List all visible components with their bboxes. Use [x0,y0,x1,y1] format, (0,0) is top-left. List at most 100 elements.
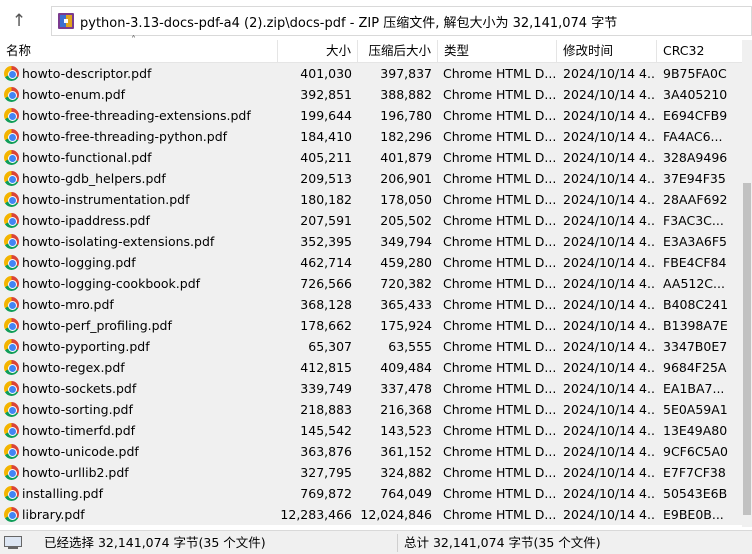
file-name: howto-perf_profiling.pdf [22,318,172,333]
file-row[interactable]: howto-instrumentation.pdf 180,182 178,050 C… [0,189,742,210]
file-type: Chrome HTML D... [443,465,555,480]
file-size: 392,851 [300,87,352,102]
file-modified-time: 2024/10/14 4... [563,507,655,522]
column-header-compressed-size[interactable]: 压缩后大小 [358,40,438,63]
file-name: howto-unicode.pdf [22,444,139,459]
up-folder-button[interactable]: ↑ [4,8,34,34]
file-row[interactable]: howto-sockets.pdf 339,749 337,478 Chrome HT… [0,378,742,399]
column-header-modified[interactable]: 修改时间 [557,40,657,63]
file-size: 405,211 [300,150,352,165]
chrome-pdf-file-icon [4,507,19,522]
file-crc32: 28AAF692 [663,192,728,207]
file-compressed-size: 337,478 [380,381,432,396]
file-size: 769,872 [300,486,352,501]
file-row[interactable]: howto-perf_profiling.pdf 178,662 175,924 Ch… [0,315,742,336]
file-row[interactable]: howto-timerfd.pdf 145,542 143,523 Chrome HT… [0,420,742,441]
column-header-type[interactable]: 类型 [438,40,557,63]
file-compressed-size: 401,879 [380,150,432,165]
file-row[interactable]: howto-logging-cookbook.pdf 726,566 720,382… [0,273,742,294]
column-header-name[interactable]: 名称 [0,40,278,63]
file-modified-time: 2024/10/14 4... [563,255,655,270]
file-modified-time: 2024/10/14 4... [563,129,655,144]
file-size: 462,714 [300,255,352,270]
file-type: Chrome HTML D... [443,339,555,354]
file-size: 184,410 [300,129,352,144]
up-arrow-icon: ↑ [11,11,27,31]
file-row[interactable]: howto-regex.pdf 412,815 409,484 Chrome HTML… [0,357,742,378]
file-row[interactable]: howto-free-threading-extensions.pdf 199,6… [0,105,742,126]
file-name: howto-sockets.pdf [22,381,137,396]
file-row[interactable]: howto-gdb_helpers.pdf 209,513 206,901 Chrom… [0,168,742,189]
file-row[interactable]: howto-pyporting.pdf 65,307 63,555 Chrome HT… [0,336,742,357]
file-modified-time: 2024/10/14 4... [563,213,655,228]
file-type: Chrome HTML D... [443,297,555,312]
file-size: 363,876 [300,444,352,459]
file-crc32: AA512C... [663,276,725,291]
file-type: Chrome HTML D... [443,234,555,249]
address-path-text: python-3.13-docs-pdf-a4 (2).zip\docs-pdf… [80,15,618,31]
file-row[interactable]: howto-isolating-extensions.pdf 352,395 349… [0,231,742,252]
file-compressed-size: 206,901 [380,171,432,186]
status-total-text: 总计 32,141,074 字节(35 个文件) [404,535,601,550]
scrollbar-thumb[interactable] [743,183,751,515]
file-row[interactable]: howto-enum.pdf 392,851 388,882 Chrome HTML … [0,84,742,105]
file-crc32: 9B75FA0C [663,66,727,81]
file-crc32: 328A9496 [663,150,728,165]
file-modified-time: 2024/10/14 4... [563,297,655,312]
file-modified-time: 2024/10/14 4... [563,171,655,186]
chrome-pdf-file-icon [4,276,19,291]
vertical-scrollbar[interactable] [742,40,752,527]
file-compressed-size: 63,555 [388,339,432,354]
file-compressed-size: 205,502 [380,213,432,228]
column-header-size[interactable]: 大小 [278,40,358,63]
file-compressed-size: 459,280 [380,255,432,270]
file-size: 209,513 [300,171,352,186]
file-row[interactable]: howto-ipaddress.pdf 207,591 205,502 Chrome … [0,210,742,231]
chrome-pdf-file-icon [4,129,19,144]
chrome-pdf-file-icon [4,486,19,501]
file-crc32: 9CF6C5A0 [663,444,729,459]
file-size: 327,795 [300,465,352,480]
file-list[interactable]: howto-descriptor.pdf 401,030 397,837 Chrome… [0,63,742,527]
file-name: howto-gdb_helpers.pdf [22,171,166,186]
file-crc32: 5E0A59A1 [663,402,728,417]
file-modified-time: 2024/10/14 4... [563,276,655,291]
file-row[interactable]: howto-logging.pdf 462,714 459,280 Chrome HT… [0,252,742,273]
file-row[interactable]: howto-unicode.pdf 363,876 361,152 Chrome HT… [0,441,742,462]
status-bar: 已经选择 32,141,074 字节(35 个文件) 总计 32,141,074… [0,530,752,554]
chrome-pdf-file-icon [4,108,19,123]
column-header-crc32[interactable]: CRC32 [657,40,742,63]
file-type: Chrome HTML D... [443,129,555,144]
file-row[interactable]: howto-sorting.pdf 218,883 216,368 Chrome HT… [0,399,742,420]
file-name: howto-pyporting.pdf [22,339,150,354]
file-crc32: FBE4CF84 [663,255,727,270]
file-compressed-size: 175,924 [380,318,432,333]
chrome-pdf-file-icon [4,318,19,333]
file-name: howto-free-threading-python.pdf [22,129,228,144]
file-size: 12,283,466 [280,507,352,522]
file-compressed-size: 324,882 [380,465,432,480]
file-size: 180,182 [300,192,352,207]
file-crc32: 50543E6B [663,486,728,501]
file-modified-time: 2024/10/14 4... [563,108,655,123]
file-row[interactable]: howto-descriptor.pdf 401,030 397,837 Chrome… [0,63,742,84]
file-row[interactable]: howto-urllib2.pdf 327,795 324,882 Chrome HT… [0,462,742,483]
file-compressed-size: 143,523 [380,423,432,438]
file-name: library.pdf [22,507,85,522]
file-name: howto-logging.pdf [22,255,136,270]
chrome-pdf-file-icon [4,444,19,459]
file-name: howto-mro.pdf [22,297,114,312]
file-row[interactable]: howto-functional.pdf 405,211 401,879 Chrome… [0,147,742,168]
file-compressed-size: 182,296 [380,129,432,144]
address-bar[interactable]: python-3.13-docs-pdf-a4 (2).zip\docs-pdf… [51,6,752,36]
file-type: Chrome HTML D... [443,402,555,417]
file-row[interactable]: howto-free-threading-python.pdf 184,410 18… [0,126,742,147]
file-row[interactable]: library.pdf 12,283,466 12,024,846 Chrome HT… [0,504,742,525]
file-compressed-size: 196,780 [380,108,432,123]
chrome-pdf-file-icon [4,402,19,417]
file-name: howto-instrumentation.pdf [22,192,190,207]
file-row[interactable]: howto-mro.pdf 368,128 365,433 Chrome HTML D… [0,294,742,315]
file-row[interactable]: installing.pdf 769,872 764,049 Chrome HTML … [0,483,742,504]
file-compressed-size: 361,152 [380,444,432,459]
file-name: howto-ipaddress.pdf [22,213,150,228]
